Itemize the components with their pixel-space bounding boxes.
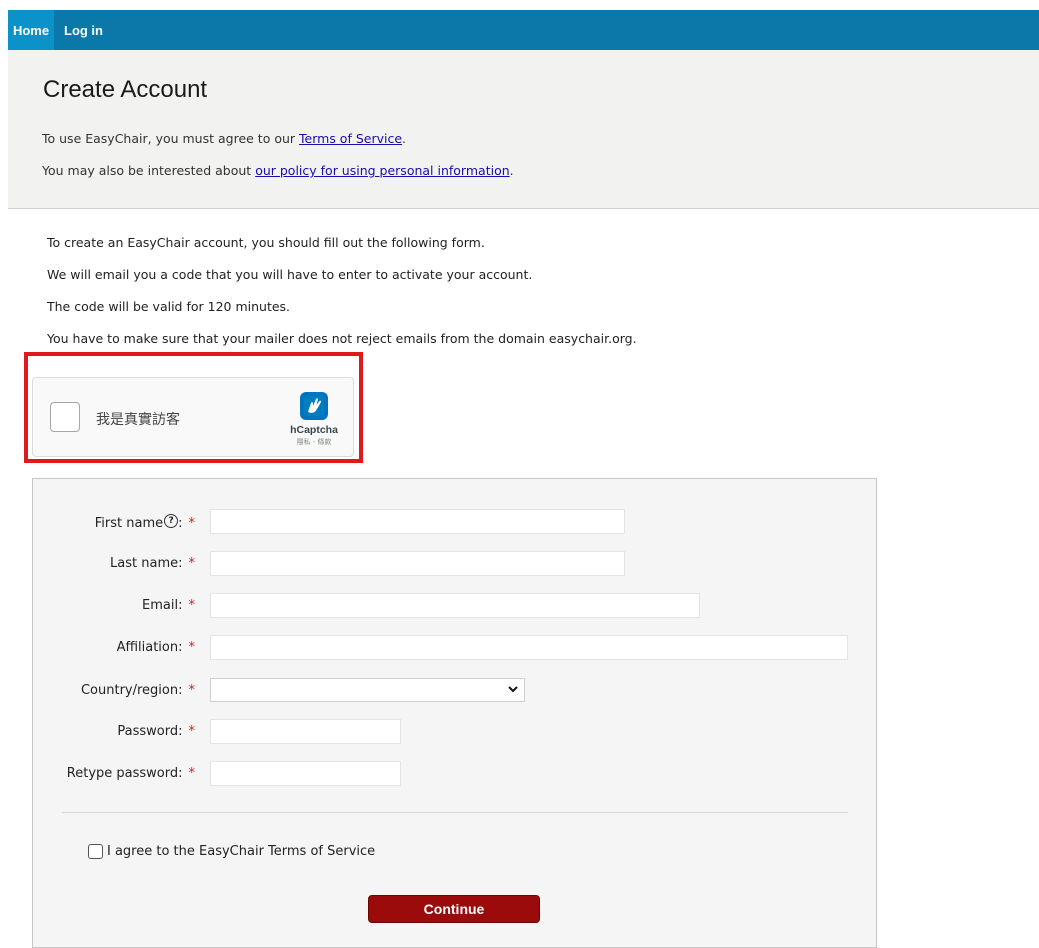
email-label: Email: * [142, 598, 195, 613]
highlight-frame [24, 352, 363, 463]
country-select[interactable] [210, 678, 525, 702]
intro-text: To create an EasyChair account, you shou… [47, 235, 485, 250]
required-mark: * [188, 724, 196, 739]
policy-prefix: You may also be interested about [42, 163, 256, 178]
affiliation-label-text: Affiliation: [116, 640, 183, 655]
retype-password-label: Retype password: * [67, 766, 195, 781]
affiliation-label: Affiliation: * [117, 640, 195, 655]
terms-of-service-link[interactable]: Terms of Service [299, 131, 402, 146]
last-name-label-text: Last name: [110, 556, 183, 571]
form-divider [62, 812, 848, 813]
required-mark: * [188, 766, 196, 781]
last-name-label: Last name: * [110, 556, 195, 571]
terms-prefix: To use EasyChair, you must agree to our [42, 131, 300, 146]
chevron-down-icon [508, 686, 518, 693]
email-input[interactable] [210, 593, 700, 618]
required-mark: * [188, 683, 196, 698]
nav-login-link[interactable]: Log in [54, 10, 109, 50]
country-label-text: Country/region: [80, 683, 183, 698]
terms-suffix: . [402, 131, 407, 146]
retype-password-input[interactable] [210, 761, 401, 786]
header-section: Create Account To use EasyChair, you mus… [8, 50, 1039, 209]
terms-notice: To use EasyChair, you must agree to our … [42, 131, 406, 146]
password-input[interactable] [210, 719, 401, 744]
first-name-label-text: First name [94, 516, 164, 531]
password-label: Password: * [117, 724, 195, 739]
intro-text: The code will be valid for 120 minutes. [47, 299, 291, 314]
first-name-input[interactable] [210, 509, 625, 534]
agree-label: I agree to the EasyChair Terms of Servic… [107, 844, 376, 859]
required-mark: * [188, 516, 196, 531]
registration-form [32, 478, 877, 948]
last-name-input[interactable] [210, 551, 625, 576]
nav-home-link[interactable]: Home [8, 10, 54, 50]
agree-checkbox[interactable] [88, 844, 103, 859]
first-name-colon: : [178, 516, 183, 531]
privacy-policy-link[interactable]: our policy for using personal informatio… [255, 163, 509, 178]
help-icon[interactable]: ? [164, 514, 179, 528]
country-label: Country/region: * [81, 683, 195, 698]
retype-password-label-text: Retype password: [66, 766, 183, 781]
terms-agreement: I agree to the EasyChair Terms of Servic… [88, 844, 375, 859]
continue-button[interactable]: Continue [368, 895, 540, 923]
policy-notice: You may also be interested about our pol… [42, 163, 514, 178]
email-label-text: Email: [142, 598, 183, 613]
required-mark: * [188, 640, 196, 655]
password-label-text: Password: [117, 724, 183, 739]
policy-suffix: . [509, 163, 514, 178]
required-mark: * [188, 598, 196, 613]
intro-text: You have to make sure that your mailer d… [47, 331, 637, 346]
intro-text: We will email you a code that you will h… [47, 267, 533, 282]
top-nav-bar: Home Log in [8, 10, 1039, 50]
page-title: Create Account [43, 76, 208, 103]
affiliation-input[interactable] [210, 635, 848, 660]
first-name-label: First name?: * [95, 514, 195, 531]
required-mark: * [188, 556, 196, 571]
